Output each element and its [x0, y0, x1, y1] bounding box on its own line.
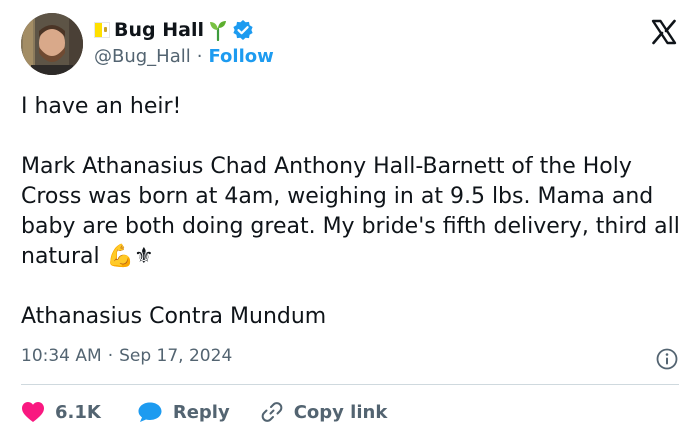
author-name-row: Bug Hall — [94, 17, 254, 43]
like-button[interactable]: 6.1K — [21, 401, 101, 423]
reply-button[interactable]: Reply — [137, 401, 230, 423]
copy-link-label: Copy link — [293, 401, 388, 423]
follow-button[interactable]: Follow — [208, 46, 273, 67]
reply-label: Reply — [172, 401, 230, 423]
avatar[interactable] — [21, 13, 83, 75]
seedling-icon — [209, 21, 226, 41]
reply-bubble-icon — [138, 402, 162, 422]
tweet-body: I have an heir! Mark Athanasius Chad Ant… — [21, 92, 681, 332]
link-icon — [261, 402, 283, 422]
author-name[interactable]: Bug Hall — [114, 19, 204, 41]
meta-separator: · — [107, 346, 114, 366]
x-logo-icon[interactable] — [650, 18, 678, 46]
like-count: 6.1K — [55, 401, 101, 423]
heart-icon — [22, 402, 44, 422]
verified-badge-icon — [233, 20, 253, 40]
tweet-line-1: I have an heir! — [21, 94, 182, 119]
author-handle[interactable]: @Bug_Hall — [94, 46, 191, 67]
vatican-flag-icon — [94, 22, 110, 38]
tweet-timestamp[interactable]: 10:34 AM · Sep 17, 2024 — [21, 346, 232, 366]
flexed-biceps-fleur-de-lis-emoji: 💪⚜ — [106, 244, 154, 269]
tweet-closing: Athanasius Contra Mundum — [21, 304, 327, 329]
action-bar: 6.1K Reply Copy link — [21, 399, 387, 425]
tweet-date: Sep 17, 2024 — [119, 346, 233, 366]
handle-row: @Bug_Hall · Follow — [94, 46, 274, 67]
info-icon[interactable] — [656, 348, 678, 370]
tweet-paragraph: Mark Athanasius Chad Anthony Hall-Barnet… — [21, 152, 681, 272]
handle-separator: · — [196, 46, 203, 67]
tweet-time: 10:34 AM — [21, 346, 102, 366]
copy-link-button[interactable]: Copy link — [260, 400, 388, 424]
divider — [21, 384, 679, 385]
